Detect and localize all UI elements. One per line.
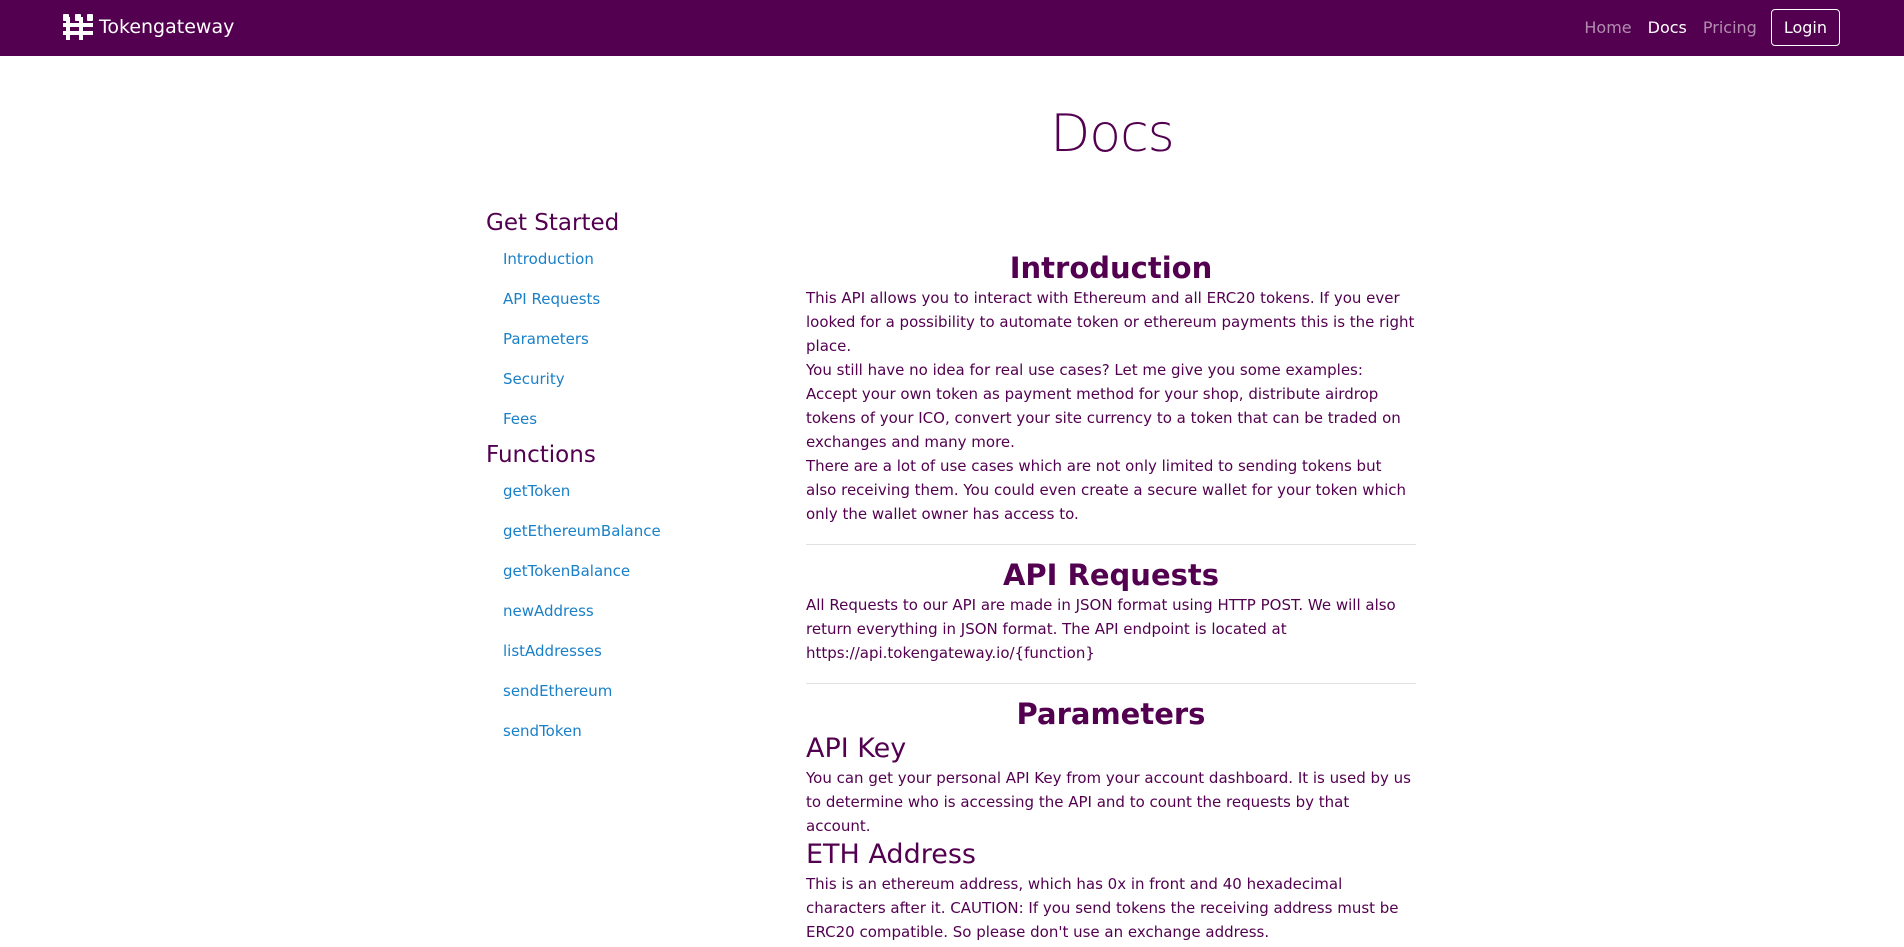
sidebar-item: newAddress: [503, 591, 786, 631]
sidebar-link-sendtoken[interactable]: sendToken: [503, 722, 582, 740]
introduction-paragraph-1: This API allows you to interact with Eth…: [806, 289, 1415, 355]
docs-sidebar: Get Started Introduction API Requests Pa…: [486, 207, 786, 751]
sidebar-list-functions: getToken getEthereumBalance getTokenBala…: [486, 471, 786, 751]
login-button[interactable]: Login: [1770, 9, 1840, 46]
section-introduction: Introduction This API allows you to inte…: [806, 250, 1416, 526]
introduction-paragraph-2: You still have no idea for real use case…: [806, 361, 1401, 451]
api-key-heading: API Key: [806, 733, 907, 764]
sidebar-link-sendethereum[interactable]: sendEthereum: [503, 682, 612, 700]
introduction-heading: Introduction: [1009, 251, 1213, 285]
sidebar-heading-functions: Functions: [486, 442, 596, 468]
sidebar-item: sendEthereum: [503, 671, 786, 711]
sidebar-item: getTokenBalance: [503, 551, 786, 591]
api-key-paragraph: You can get your personal API Key from y…: [806, 769, 1411, 835]
section-divider: [806, 544, 1416, 545]
sidebar-link-introduction[interactable]: Introduction: [503, 250, 594, 268]
sidebar-link-gettokenbalance[interactable]: getTokenBalance: [503, 562, 630, 580]
nav-pricing-link[interactable]: Pricing: [1703, 10, 1757, 45]
eth-address-heading: ETH Address: [806, 839, 976, 870]
sidebar-link-api-requests[interactable]: API Requests: [503, 290, 600, 308]
api-requests-paragraph: All Requests to our API are made in JSON…: [806, 596, 1396, 662]
sidebar-item: Introduction: [503, 239, 786, 279]
page-title: Docs: [1050, 104, 1175, 164]
sidebar-item: getToken: [503, 471, 786, 511]
sidebar-link-gettoken[interactable]: getToken: [503, 482, 570, 500]
brand-link[interactable]: Tokengateway: [63, 14, 234, 40]
top-navbar: Tokengateway Home Docs Pricing Login: [0, 0, 1904, 56]
sidebar-link-security[interactable]: Security: [503, 370, 565, 388]
sidebar-link-getethereumbalance[interactable]: getEthereumBalance: [503, 522, 661, 540]
docs-content: Introduction This API allows you to inte…: [806, 250, 1416, 944]
api-requests-heading: API Requests: [1002, 558, 1220, 592]
sidebar-item: sendToken: [503, 711, 786, 751]
sidebar-heading-get-started: Get Started: [486, 210, 620, 236]
section-divider: [806, 683, 1416, 684]
sidebar-item: Security: [503, 359, 786, 399]
sidebar-item: Fees: [503, 399, 786, 439]
sidebar-list-get-started: Introduction API Requests Parameters Sec…: [486, 239, 786, 439]
sidebar-link-fees[interactable]: Fees: [503, 410, 537, 428]
sidebar-link-parameters[interactable]: Parameters: [503, 330, 589, 348]
eth-address-paragraph: This is an ethereum address, which has 0…: [806, 875, 1399, 941]
sidebar-item: listAddresses: [503, 631, 786, 671]
nav-home-link[interactable]: Home: [1584, 10, 1631, 45]
sidebar-item: getEthereumBalance: [503, 511, 786, 551]
tokengateway-logo-icon: [63, 14, 93, 40]
sidebar-link-listaddresses[interactable]: listAddresses: [503, 642, 602, 660]
section-api-requests: API Requests All Requests to our API are…: [806, 557, 1416, 665]
nav-links: Home Docs Pricing Login: [1568, 9, 1840, 46]
parameters-heading: Parameters: [1016, 697, 1206, 731]
nav-docs-link[interactable]: Docs: [1648, 10, 1687, 45]
introduction-paragraph-3: There are a lot of use cases which are n…: [806, 457, 1406, 523]
sidebar-item: Parameters: [503, 319, 786, 359]
sidebar-link-newaddress[interactable]: newAddress: [503, 602, 594, 620]
section-parameters: Parameters API Key You can get your pers…: [806, 696, 1416, 944]
sidebar-item: API Requests: [503, 279, 786, 319]
brand-name: Tokengateway: [99, 16, 235, 38]
